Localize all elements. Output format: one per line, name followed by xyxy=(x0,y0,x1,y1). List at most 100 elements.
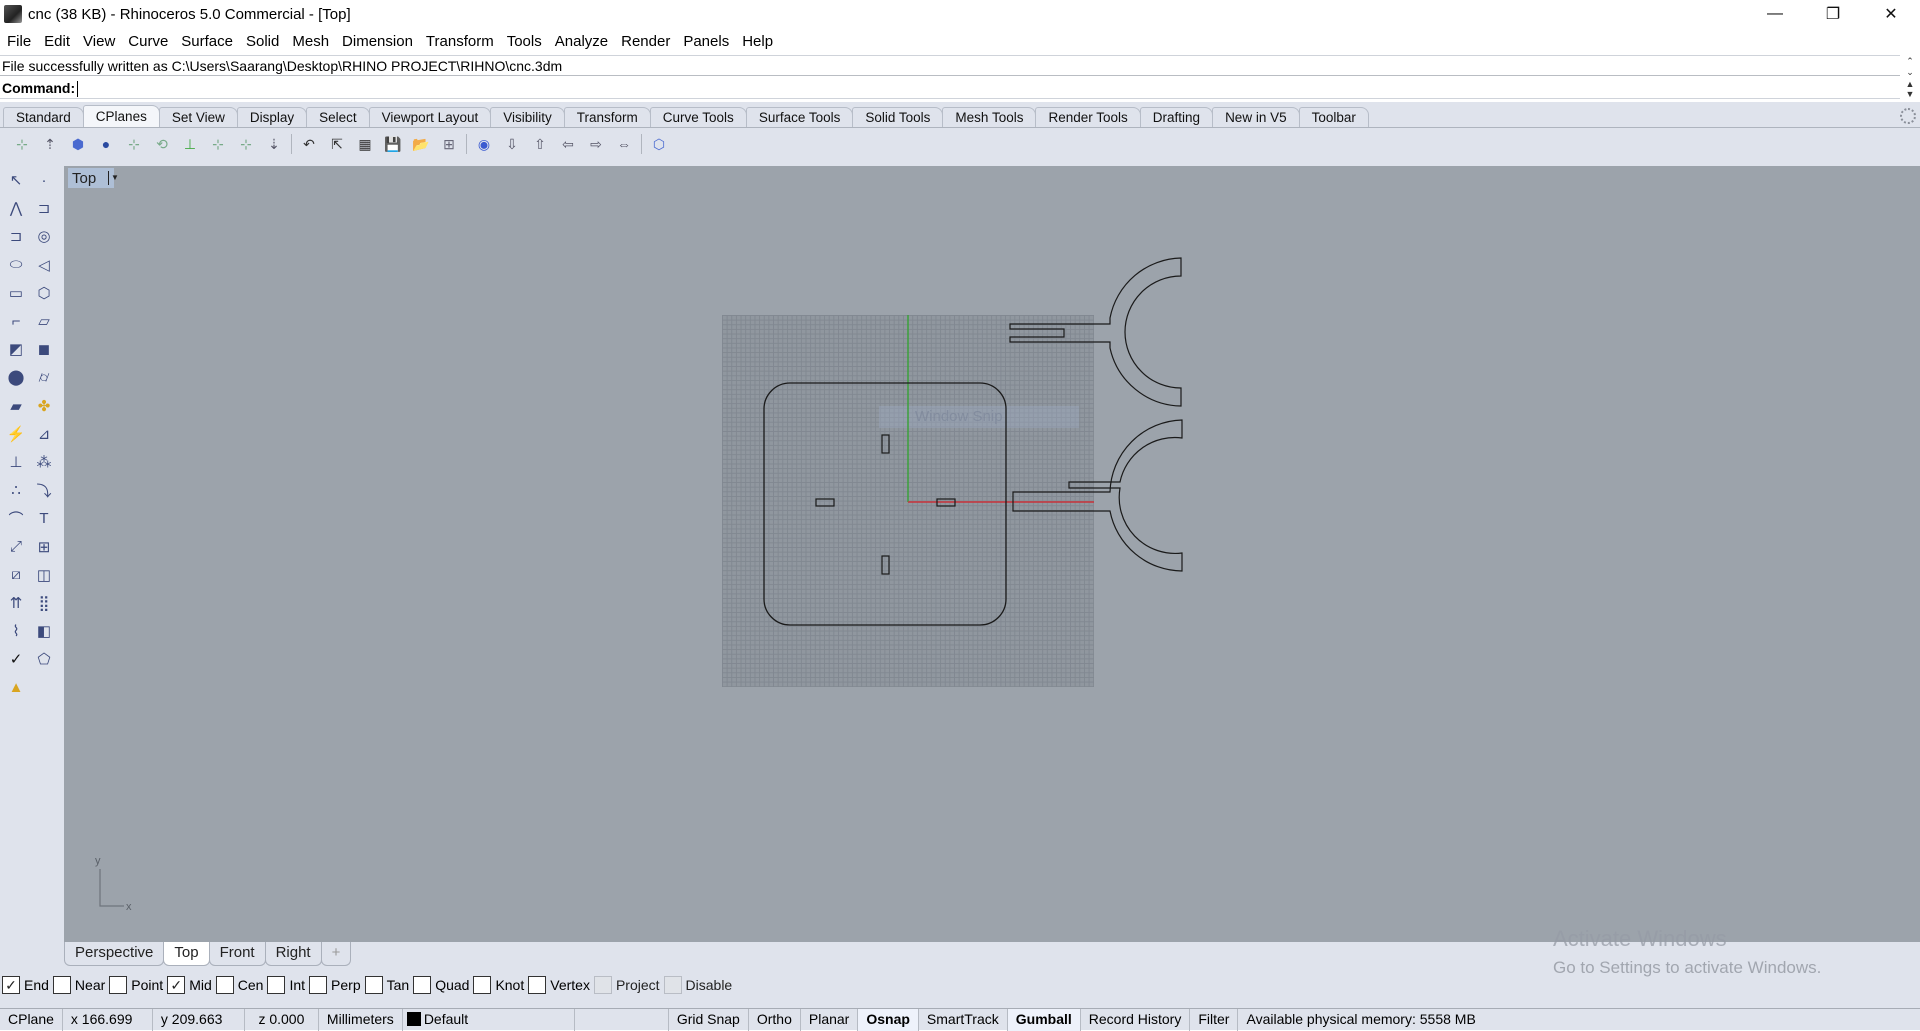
history-scroll[interactable]: ⌃ ⌄ xyxy=(1900,56,1920,77)
named-cplanes-icon[interactable]: ⊞ xyxy=(435,132,463,156)
menu-render[interactable]: Render xyxy=(614,33,676,50)
tab-new-in-v5[interactable]: New in V5 xyxy=(1212,107,1300,127)
command-spinner[interactable]: ▲ ▼ xyxy=(1900,79,1920,101)
osnap-checkbox[interactable] xyxy=(663,976,682,994)
base-plate-curve[interactable] xyxy=(763,382,1007,626)
toggle-filter[interactable]: Filter xyxy=(1190,1008,1239,1031)
cplane-bottom-icon[interactable]: ⇧ xyxy=(526,132,554,156)
check-icon[interactable]: ✓ xyxy=(3,647,29,671)
curve-interpolate-icon[interactable]: ⊐ xyxy=(3,224,29,248)
toggle-record-history[interactable]: Record History xyxy=(1081,1008,1191,1031)
osnap-near[interactable]: Near xyxy=(52,976,105,994)
menu-tools[interactable]: Tools xyxy=(500,33,548,50)
mirror-solid-icon[interactable]: ◧ xyxy=(31,619,57,643)
osnap-tan[interactable]: Tan xyxy=(364,976,409,994)
tab-toolbar[interactable]: Toolbar xyxy=(1298,107,1369,127)
restore-button[interactable]: ❐ xyxy=(1804,0,1862,28)
tab-render-tools[interactable]: Render Tools xyxy=(1035,107,1141,127)
cplane-object-icon[interactable]: ⬡ xyxy=(645,132,673,156)
menu-help[interactable]: Help xyxy=(735,33,779,50)
osnap-vertex[interactable]: Vertex xyxy=(528,976,590,994)
cplane-view-top-icon[interactable]: ◉ xyxy=(470,132,498,156)
osnap-mid[interactable]: ✓ Mid xyxy=(167,976,212,994)
curve-control-points-icon[interactable]: ⊐ xyxy=(31,196,57,220)
cplane-left-icon[interactable]: ⇦ xyxy=(554,132,582,156)
menu-dimension[interactable]: Dimension xyxy=(335,33,419,50)
cplane-3-point-icon[interactable]: ⊹ xyxy=(120,132,148,156)
toggle-planar[interactable]: Planar xyxy=(801,1008,859,1031)
cplane-x-axis-icon[interactable]: ⊹ xyxy=(204,132,232,156)
osnap-checkbox[interactable] xyxy=(109,976,128,994)
ellipse-icon[interactable]: ⬭ xyxy=(3,253,29,277)
offset-curve-icon[interactable]: ⤵ xyxy=(31,478,57,502)
osnap-int[interactable]: Int xyxy=(267,976,305,994)
osnap-cen[interactable]: Cen xyxy=(215,976,263,994)
tab-solid-tools[interactable]: Solid Tools xyxy=(852,107,944,127)
cplane-top-icon[interactable]: ⇩ xyxy=(498,132,526,156)
osnap-end[interactable]: ✓ End xyxy=(2,976,49,994)
osnap-checkbox[interactable] xyxy=(413,976,432,994)
command-line[interactable]: Command: xyxy=(0,77,1900,99)
solid-edit-icon[interactable]: ◫ xyxy=(31,563,57,587)
cplane-to-surface-icon[interactable]: ● xyxy=(92,132,120,156)
tab-standard[interactable]: Standard xyxy=(3,107,84,127)
osnap-checkbox[interactable]: ✓ xyxy=(167,976,186,994)
osnap-quad[interactable]: Quad xyxy=(413,976,469,994)
cplane-y-axis-icon[interactable]: ⊹ xyxy=(232,132,260,156)
cplane-z-axis-icon[interactable]: ⊥ xyxy=(176,132,204,156)
tab-drafting[interactable]: Drafting xyxy=(1139,107,1214,127)
save-cplane-icon[interactable]: 💾 xyxy=(379,132,407,156)
tab-display[interactable]: Display xyxy=(236,107,308,127)
osnap-checkbox[interactable] xyxy=(215,976,234,994)
osnap-disable[interactable]: Disable xyxy=(663,976,732,994)
tab-visibility[interactable]: Visibility xyxy=(490,107,565,127)
lower-fork-bracket[interactable] xyxy=(1012,419,1183,572)
cplane-right-icon[interactable]: ⇨ xyxy=(582,132,610,156)
polyline-icon[interactable]: ⋀ xyxy=(3,196,29,220)
cplane-elevation-icon[interactable]: ⇡ xyxy=(36,132,64,156)
toggle-ortho[interactable]: Ortho xyxy=(749,1008,801,1031)
menu-panels[interactable]: Panels xyxy=(676,33,735,50)
scale-icon[interactable]: ⧄ xyxy=(3,563,29,587)
viewport-title[interactable]: Top ▼ xyxy=(68,168,119,188)
menu-mesh[interactable]: Mesh xyxy=(285,33,335,50)
osnap-point[interactable]: Point xyxy=(109,976,163,994)
fillet-icon[interactable]: ⌒ xyxy=(3,506,29,530)
tab-surface-tools[interactable]: Surface Tools xyxy=(745,107,854,127)
toggle-gumball[interactable]: Gumball xyxy=(1007,1008,1081,1031)
menu-surface[interactable]: Surface xyxy=(174,33,239,50)
ungroup-icon[interactable]: ∴ xyxy=(3,478,29,502)
rectangle-icon[interactable]: ▭ xyxy=(3,281,29,305)
slot-top[interactable] xyxy=(881,434,890,454)
viewport-tab-front[interactable]: Front xyxy=(208,942,266,966)
undo-cplane-icon[interactable]: ↶ xyxy=(295,132,323,156)
viewport-tab-perspective[interactable]: Perspective xyxy=(64,942,165,966)
cplane-front-back-icon[interactable]: ⇔ xyxy=(610,132,638,156)
menu-analyze[interactable]: Analyze xyxy=(548,33,614,50)
cplane-to-view-icon[interactable]: ⇱ xyxy=(323,132,351,156)
array-icon[interactable]: ⊞ xyxy=(31,535,57,559)
menu-view[interactable]: View xyxy=(76,33,121,50)
join-icon[interactable]: ✤ xyxy=(31,394,57,418)
box-icon[interactable]: ◼ xyxy=(31,337,57,361)
viewport-top[interactable]: Window Snip y x Top ▼ xyxy=(64,166,1920,942)
osnap-project[interactable]: Project xyxy=(593,976,660,994)
toggle-osnap[interactable]: Osnap xyxy=(858,1008,919,1031)
viewport-menu-dropdown-icon[interactable]: ▼ xyxy=(108,171,119,185)
menu-curve[interactable]: Curve xyxy=(121,33,174,50)
close-button[interactable]: ✕ xyxy=(1862,0,1920,28)
osnap-checkbox[interactable] xyxy=(309,976,328,994)
osnap-checkbox[interactable] xyxy=(52,976,71,994)
trim-icon[interactable]: ⊿ xyxy=(31,422,57,446)
slot-left[interactable] xyxy=(815,498,835,507)
group-icon[interactable]: ⁂ xyxy=(31,450,57,474)
osnap-checkbox[interactable] xyxy=(473,976,492,994)
menu-solid[interactable]: Solid xyxy=(239,33,285,50)
toggle-smarttrack[interactable]: SmartTrack xyxy=(919,1008,1008,1031)
tab-curve-tools[interactable]: Curve Tools xyxy=(649,107,747,127)
osnap-checkbox[interactable] xyxy=(528,976,547,994)
move-icon[interactable]: ⤢ xyxy=(3,535,29,559)
array-grid-icon[interactable]: ⣿ xyxy=(31,591,57,615)
split-icon[interactable]: ⊥ xyxy=(3,450,29,474)
menu-edit[interactable]: Edit xyxy=(37,33,76,50)
